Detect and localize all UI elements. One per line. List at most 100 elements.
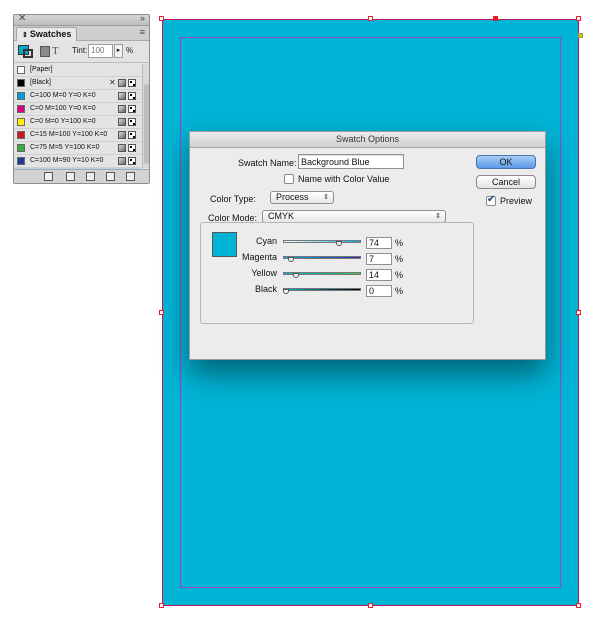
selection-handle-bottom-right[interactable] — [576, 603, 581, 608]
cancel-button[interactable]: Cancel — [476, 175, 536, 189]
channel-unit: % — [395, 270, 404, 280]
process-color-icon — [118, 131, 126, 139]
swatch-row[interactable]: C=75 M=5 Y=100 K=0 — [14, 142, 142, 155]
channel-label-magenta: Magenta — [241, 252, 277, 262]
swatch-color-chip — [17, 131, 25, 139]
swatch-color-chip — [17, 118, 25, 126]
cmyk-mode-icon — [128, 118, 136, 126]
process-color-icon — [118, 105, 126, 113]
trash-icon[interactable] — [126, 172, 135, 181]
color-type-label: Color Type: — [210, 194, 256, 204]
swatch-name: C=75 M=5 Y=100 K=0 — [30, 144, 100, 151]
tint-unit: % — [126, 46, 134, 55]
selection-handle-middle-left[interactable] — [159, 310, 164, 315]
dialog-title: Swatch Options — [190, 132, 545, 148]
process-color-icon — [118, 118, 126, 126]
tint-input[interactable]: 100 — [88, 44, 113, 58]
swatch-name-input[interactable] — [298, 154, 404, 169]
swatch-row[interactable]: C=0 M=0 Y=100 K=0 — [14, 116, 142, 129]
cmyk-mode-icon — [128, 92, 136, 100]
panel-toolbar: T Tint: 100 ▸ % — [14, 41, 149, 63]
channel-slider-cyan[interactable] — [283, 240, 361, 243]
updown-arrows-icon: ⇕ — [323, 194, 329, 201]
tint-label: Tint: — [72, 46, 88, 55]
selection-handle-top-right[interactable] — [576, 16, 581, 21]
formatting-text-icon[interactable]: T — [52, 45, 59, 57]
formatting-container-icon[interactable] — [40, 46, 50, 57]
show-gradient-swatches-icon[interactable] — [86, 172, 95, 181]
show-color-swatches-icon[interactable] — [66, 172, 75, 181]
color-preview-swatch — [212, 232, 237, 257]
swatch-color-chip — [17, 144, 25, 152]
name-with-color-value-checkbox[interactable] — [284, 174, 294, 184]
process-color-icon — [118, 157, 126, 165]
swatch-name: C=100 M=90 Y=10 K=0 — [30, 157, 104, 164]
panel-bottom-bar — [14, 169, 149, 183]
color-type-value: Process — [276, 192, 309, 202]
panel-titlebar[interactable]: ✕ » — [14, 15, 149, 26]
swatch-name: C=100 M=0 Y=0 K=0 — [30, 92, 96, 99]
tab-swatches-label: Swatches — [29, 29, 72, 39]
collapse-icon[interactable]: » — [140, 15, 145, 23]
swatch-row[interactable]: C=100 M=0 Y=0 K=0 — [14, 90, 142, 103]
channel-label-cyan: Cyan — [255, 236, 277, 246]
swatch-row[interactable]: [Paper] — [14, 64, 142, 77]
cmyk-mode-icon — [128, 79, 136, 87]
channel-value-yellow[interactable]: 14 — [366, 269, 392, 281]
selection-handle-top-center[interactable] — [368, 16, 373, 21]
swatch-row[interactable]: C=0 M=100 Y=0 K=0 — [14, 103, 142, 116]
new-swatch-icon[interactable] — [106, 172, 115, 181]
swatch-name: [Black] — [30, 79, 52, 86]
selection-handle-top-left[interactable] — [159, 16, 164, 21]
swatch-row[interactable]: [Black] ✕ — [14, 77, 142, 90]
channel-value-cyan[interactable]: 74 — [366, 237, 392, 249]
close-icon[interactable]: ✕ — [18, 15, 26, 24]
swatch-name-label: Swatch Name: — [238, 158, 297, 168]
cmyk-mode-icon — [128, 144, 136, 152]
swatch-name: [Paper] — [30, 66, 53, 73]
panel-scrollbar[interactable] — [142, 64, 149, 168]
swatch-color-chip — [17, 79, 25, 87]
preview-checkbox[interactable] — [486, 194, 496, 206]
panel-menu-icon[interactable]: ≡ — [140, 27, 145, 37]
panel-tab-row: ⇕ Swatches ≡ — [14, 26, 149, 41]
swatches-panel: ✕ » ⇕ Swatches ≡ T Tint: 100 ▸ % [Paper][… — [13, 14, 150, 184]
ok-button[interactable]: OK — [476, 155, 536, 169]
color-type-select[interactable]: Process ⇕ — [270, 191, 334, 204]
bleed-marker — [578, 33, 583, 38]
channel-label-black: Black — [254, 284, 277, 294]
swatch-options-dialog: Swatch Options Swatch Name: Name with Co… — [189, 131, 546, 360]
channel-slider-black[interactable] — [283, 288, 361, 291]
color-mode-value: CMYK — [268, 211, 295, 221]
channel-slider-magenta[interactable] — [283, 256, 361, 259]
cmyk-mode-icon — [128, 105, 136, 113]
tab-swatches[interactable]: ⇕ Swatches — [16, 27, 78, 41]
swatch-row[interactable]: C=15 M=100 Y=100 K=0 — [14, 129, 142, 142]
show-all-swatches-icon[interactable] — [44, 172, 53, 181]
swatch-name: C=0 M=0 Y=100 K=0 — [30, 118, 96, 125]
channel-unit: % — [395, 238, 404, 248]
fill-stroke-icon[interactable] — [18, 45, 34, 59]
swatch-color-chip — [17, 66, 25, 74]
cmyk-mode-icon — [128, 157, 136, 165]
selection-handle-reference-point[interactable] — [493, 16, 498, 21]
channel-value-black[interactable]: 0 — [366, 285, 392, 297]
channel-unit: % — [395, 254, 404, 264]
channel-value-magenta[interactable]: 7 — [366, 253, 392, 265]
channel-unit: % — [395, 286, 404, 296]
stroke-swatch-icon[interactable] — [23, 49, 33, 58]
channel-label-yellow: Yellow — [251, 268, 277, 278]
cmyk-mode-icon — [128, 131, 136, 139]
swatch-color-chip — [17, 105, 25, 113]
selection-handle-middle-right[interactable] — [576, 310, 581, 315]
swatch-color-chip — [17, 92, 25, 100]
preview-label: Preview — [500, 196, 533, 206]
process-color-icon — [118, 92, 126, 100]
scrollbar-thumb[interactable] — [144, 84, 149, 164]
swatch-row[interactable]: C=100 M=90 Y=10 K=0 — [14, 155, 142, 168]
selection-handle-bottom-center[interactable] — [368, 603, 373, 608]
tint-slider-arrow-icon[interactable]: ▸ — [114, 44, 123, 58]
selection-handle-bottom-left[interactable] — [159, 603, 164, 608]
swatch-name: C=0 M=100 Y=0 K=0 — [30, 105, 96, 112]
swatch-list: [Paper] [Black] ✕ C=100 M=0 Y=0 K=0 C=0 M=10… — [14, 64, 142, 181]
